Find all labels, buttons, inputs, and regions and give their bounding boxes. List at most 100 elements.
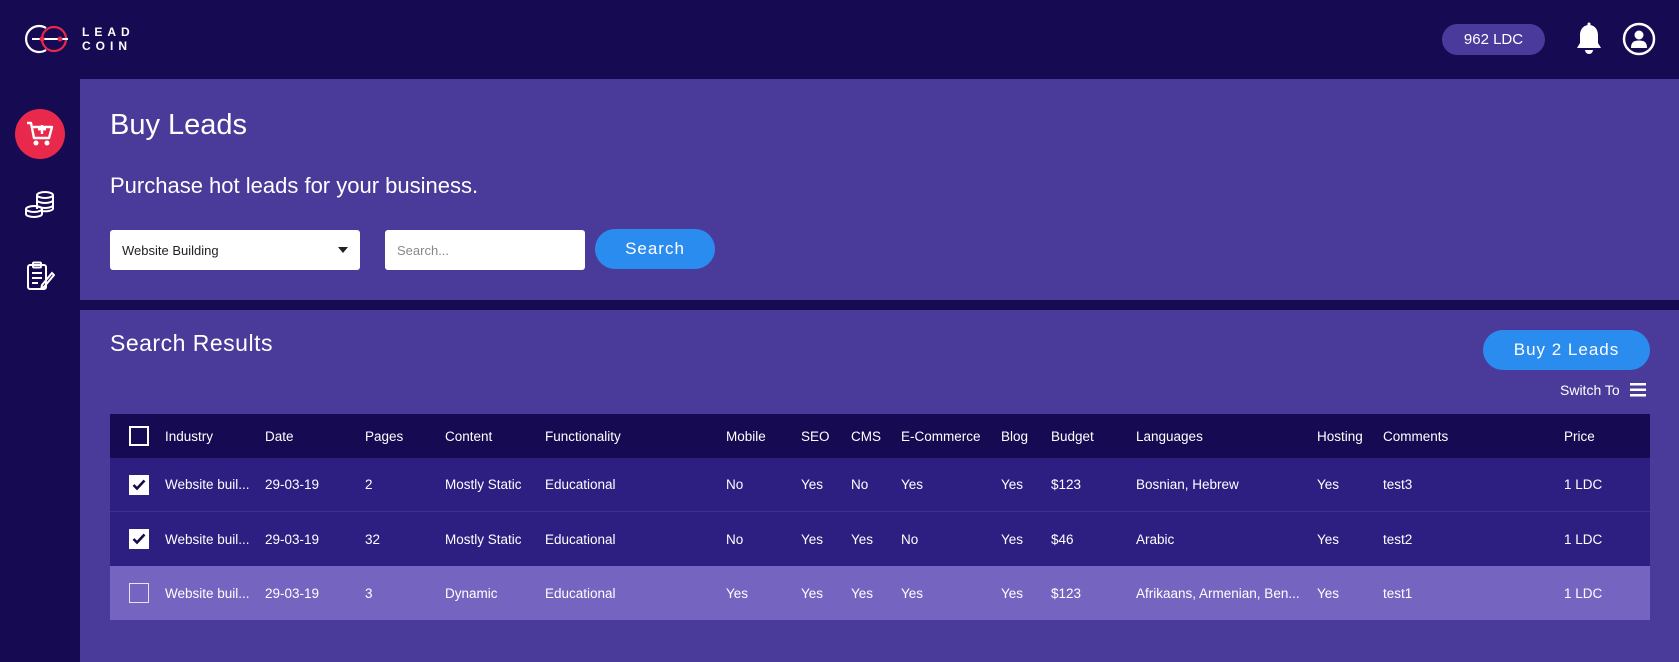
switch-to-label: Switch To [1560, 382, 1620, 398]
table-cell: test1 [1383, 585, 1413, 601]
sidebar [0, 79, 80, 662]
coins-icon [25, 191, 54, 218]
table-cell: Yes [851, 585, 874, 601]
table-cell: 29-03-19 [265, 585, 320, 601]
table-cell: Yes [901, 585, 924, 601]
column-header[interactable]: Content [445, 414, 540, 458]
table-cell: Yes [1317, 585, 1340, 601]
table-cell: 1 LDC [1564, 531, 1603, 547]
table-cell: Yes [1317, 531, 1340, 547]
table-cell: Yes [1001, 531, 1024, 547]
table-cell: test2 [1383, 531, 1413, 547]
table-cell: Bosnian, Hebrew [1136, 477, 1239, 492]
table-cell: Arabic [1136, 531, 1175, 547]
table-cell: $123 [1051, 477, 1082, 492]
table-row[interactable]: Website buil... 29-03-19 2 Mostly Static… [110, 458, 1650, 512]
column-header[interactable]: Languages [1136, 414, 1311, 458]
table-cell: Website buil... [165, 585, 250, 601]
logo-wordmark: LEAD COIN [82, 25, 135, 53]
column-header[interactable]: Pages [365, 414, 440, 458]
checkmark-icon [132, 479, 146, 490]
logo-text-line2: COIN [82, 39, 132, 53]
row-checkbox[interactable] [129, 474, 149, 495]
column-header[interactable]: Industry [165, 414, 260, 458]
table-cell: Yes [801, 477, 824, 492]
column-header[interactable]: Hosting [1317, 414, 1379, 458]
table-cell: 1 LDC [1564, 585, 1603, 601]
table-cell: 29-03-19 [265, 531, 320, 547]
checkmark-icon [132, 533, 146, 545]
table-cell: Educational [545, 585, 616, 601]
table-cell: test3 [1383, 477, 1413, 492]
balance-badge[interactable]: 962 LDC [1442, 24, 1545, 55]
table-cell: $123 [1051, 585, 1082, 601]
table-row[interactable]: Website buil... 29-03-19 32 Mostly Stati… [110, 512, 1650, 566]
column-header[interactable]: E-Commerce [901, 414, 999, 458]
caret-down-icon [338, 247, 348, 253]
table-cell: Yes [1001, 585, 1024, 601]
table-cell: No [901, 531, 919, 547]
page-subtitle: Purchase hot leads for your business. [110, 173, 479, 198]
column-header[interactable]: Functionality [545, 414, 720, 458]
table-cell: 3 [365, 585, 373, 601]
column-header[interactable]: Mobile [726, 414, 796, 458]
table-cell: 32 [365, 531, 381, 547]
search-button[interactable]: Search [595, 229, 715, 269]
table-cell: Dynamic [445, 585, 498, 601]
column-header[interactable]: Budget [1051, 414, 1131, 458]
sidebar-item-buy-leads[interactable] [15, 109, 65, 159]
cart-plus-icon [27, 121, 54, 146]
table-cell: Yes [901, 477, 924, 492]
sidebar-item-coins[interactable] [15, 179, 65, 229]
table-cell: No [851, 477, 869, 492]
table-cell: 29-03-19 [265, 477, 320, 492]
table-cell: Mostly Static [445, 477, 522, 492]
table-cell: No [726, 477, 744, 492]
table-cell: Educational [545, 531, 616, 547]
page-title: Buy Leads [110, 109, 248, 141]
clipboard-edit-icon [27, 261, 55, 290]
table-cell: No [726, 531, 744, 547]
user-icon[interactable] [1622, 22, 1656, 56]
buy-leads-panel: Buy Leads Purchase hot leads for your bu… [80, 79, 1679, 300]
table-cell: Yes [1001, 477, 1024, 492]
column-header[interactable]: Price [1564, 414, 1644, 458]
row-checkbox[interactable] [129, 583, 149, 603]
table-cell: Yes [851, 531, 874, 547]
table-cell: Yes [801, 585, 824, 601]
leadcoin-logo-icon [25, 24, 68, 54]
switch-view-toggle[interactable]: Switch To [1560, 382, 1646, 398]
table-cell: Website buil... [165, 531, 250, 547]
table-cell: Website buil... [165, 477, 250, 492]
table-row[interactable]: Website buil... 29-03-19 3 Dynamic Educa… [110, 566, 1650, 620]
logo-text-line1: LEAD [82, 25, 135, 39]
select-all-checkbox[interactable] [129, 426, 149, 446]
table-cell: 1 LDC [1564, 477, 1603, 492]
list-view-icon [1629, 383, 1646, 397]
sidebar-item-my-leads[interactable] [15, 251, 65, 301]
category-select-value: Website Building [122, 242, 219, 258]
column-header[interactable]: Date [265, 414, 360, 458]
table-cell: Yes [1317, 477, 1340, 492]
table-cell: Yes [801, 531, 824, 547]
table-cell: 2 [365, 477, 373, 492]
table-cell: Afrikaans, Armenian, Ben... [1136, 585, 1300, 601]
results-table: Industry Date Pages Content Functionalit… [110, 414, 1650, 620]
column-header[interactable]: Blog [1001, 414, 1049, 458]
search-results-panel: Search Results Buy 2 Leads Switch To Ind… [80, 310, 1679, 662]
column-header[interactable]: SEO [801, 414, 849, 458]
top-bar: LEAD COIN 962 LDC [0, 0, 1679, 79]
column-header[interactable]: CMS [851, 414, 899, 458]
bell-icon[interactable] [1573, 22, 1605, 56]
table-cell: $46 [1051, 531, 1074, 547]
results-title: Search Results [110, 330, 273, 356]
search-input[interactable] [385, 230, 585, 270]
table-cell: Mostly Static [445, 531, 522, 547]
table-cell: Yes [726, 585, 749, 601]
table-header-row: Industry Date Pages Content Functionalit… [110, 414, 1650, 458]
category-select[interactable]: Website Building [110, 230, 360, 270]
buy-leads-button[interactable]: Buy 2 Leads [1483, 330, 1650, 370]
leadcoin-logo[interactable]: LEAD COIN [24, 22, 135, 56]
column-header[interactable]: Comments [1383, 414, 1558, 458]
row-checkbox[interactable] [129, 529, 149, 549]
